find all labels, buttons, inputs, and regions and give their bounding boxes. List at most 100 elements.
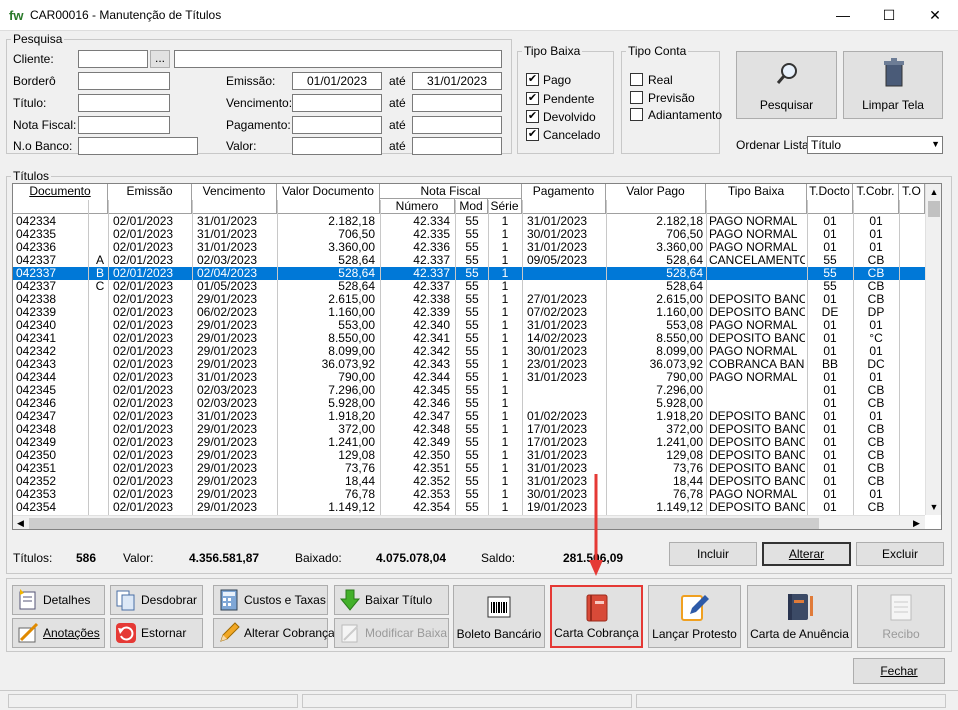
table-cell: 01 <box>823 410 837 423</box>
table-row[interactable]: 042350 02/01/2023 29/01/2023 129,08 42.350 55… <box>13 449 925 462</box>
boleto-bancario-button[interactable]: Boleto Bancário <box>453 585 545 648</box>
nobanco-input[interactable] <box>78 137 198 155</box>
pesquisar-label: Pesquisar <box>759 98 814 112</box>
detalhes-button[interactable]: Detalhes <box>12 585 105 615</box>
pagamento-to-input[interactable] <box>412 116 502 134</box>
vencimento-from-input[interactable] <box>292 94 382 112</box>
cliente-name-input[interactable] <box>174 50 502 68</box>
vencimento-to-input[interactable] <box>412 94 502 112</box>
cliente-code-input[interactable] <box>78 50 148 68</box>
horizontal-scrollbar[interactable]: ◀ ▶ <box>13 515 925 529</box>
col-t-o[interactable]: T.O <box>899 184 925 214</box>
nota-fiscal-input[interactable] <box>78 116 170 134</box>
table-row[interactable]: 042353 02/01/2023 29/01/2023 76,78 42.353 55 1… <box>13 488 925 501</box>
lancar-protesto-button[interactable]: Lançar Protesto <box>648 585 741 648</box>
table-row[interactable]: 042335 02/01/2023 31/01/2023 706,50 42.335 55… <box>13 228 925 241</box>
minimize-button[interactable]: — <box>820 0 866 31</box>
col-documento[interactable]: Documento <box>13 184 108 214</box>
col-t-cobr[interactable]: T.Cobr. <box>853 184 899 214</box>
col-t-docto[interactable]: T.Docto <box>807 184 853 214</box>
table-row[interactable]: 042337 B 02/01/2023 02/04/2023 528,64 42.337 5… <box>13 267 925 280</box>
pendente-checkbox[interactable]: ✔ <box>526 92 539 105</box>
col-numero[interactable]: Número <box>380 199 455 214</box>
alterar-cobranca-button[interactable]: Alterar Cobrança <box>213 618 335 648</box>
scroll-up-icon[interactable]: ▲ <box>926 184 941 200</box>
emissao-from-input[interactable]: 01/01/2023 <box>292 72 382 90</box>
cliente-lookup-button[interactable]: ... <box>150 50 170 68</box>
table-row[interactable]: 042347 02/01/2023 31/01/2023 1.918,20 42.347… <box>13 410 925 423</box>
desdobrar-button[interactable]: Desdobrar <box>110 585 203 615</box>
ordenar-select[interactable]: Título ▼ <box>807 136 943 154</box>
pesquisar-button[interactable]: Pesquisar <box>736 51 837 119</box>
table-row[interactable]: 042336 02/01/2023 31/01/2023 3.360,00 42.336… <box>13 241 925 254</box>
col-valor-documento[interactable]: Valor Documento <box>277 184 380 214</box>
scroll-down-icon[interactable]: ▼ <box>926 499 941 515</box>
col-vencimento[interactable]: Vencimento <box>192 184 277 214</box>
table-row[interactable]: 042345 02/01/2023 02/03/2023 7.296,00 42.345… <box>13 384 925 397</box>
col-mod[interactable]: Mod <box>455 199 488 214</box>
limpar-tela-button[interactable]: Limpar Tela <box>843 51 943 119</box>
table-row[interactable]: 042344 02/01/2023 31/01/2023 790,00 42.344 55… <box>13 371 925 384</box>
emissao-to-input[interactable]: 31/01/2023 <box>412 72 502 90</box>
titulo-input[interactable] <box>78 94 170 112</box>
alterar-button[interactable]: Alterar <box>762 542 851 566</box>
col-valor-pago[interactable]: Valor Pago <box>606 184 706 214</box>
cancelado-checkbox[interactable]: ✔ <box>526 128 539 141</box>
col-serie[interactable]: Série <box>488 199 522 214</box>
pagamento-from-input[interactable] <box>292 116 382 134</box>
real-checkbox[interactable] <box>630 73 643 86</box>
table-row[interactable]: 042349 02/01/2023 29/01/2023 1.241,00 42.349… <box>13 436 925 449</box>
custos-taxas-button[interactable]: Custos e Taxas <box>213 585 328 615</box>
table-row[interactable]: 042348 02/01/2023 29/01/2023 372,00 42.348 55… <box>13 423 925 436</box>
carta-anuencia-label: Carta de Anuência <box>750 627 849 641</box>
table-row[interactable]: 042334 02/01/2023 31/01/2023 2.182,18 42.334… <box>13 215 925 228</box>
table-row[interactable]: 042354 02/01/2023 29/01/2023 1.149,12 42.354… <box>13 501 925 514</box>
previsao-checkbox[interactable] <box>630 91 643 104</box>
close-button[interactable]: ✕ <box>912 0 958 31</box>
chevron-down-icon[interactable]: ▼ <box>931 137 940 151</box>
detalhes-label: Detalhes <box>43 593 91 607</box>
table-cell: 01 <box>869 345 883 358</box>
table-row[interactable]: 042343 02/01/2023 29/01/2023 36.073,92 42.34… <box>13 358 925 371</box>
col-tipo-baixa[interactable]: Tipo Baixa <box>706 184 807 214</box>
table-row[interactable]: 042351 02/01/2023 29/01/2023 73,76 42.351 55 1… <box>13 462 925 475</box>
modificar-baixa-button[interactable]: Modificar Baixa <box>334 618 449 648</box>
recibo-button[interactable]: Recibo <box>857 585 945 648</box>
baixar-titulo-button[interactable]: Baixar Título <box>334 585 449 615</box>
incluir-button[interactable]: Incluir <box>669 542 757 566</box>
table-cell: 31/01/2023 <box>527 371 588 384</box>
excluir-button[interactable]: Excluir <box>856 542 944 566</box>
col-pagamento[interactable]: Pagamento <box>522 184 606 214</box>
devolvido-checkbox[interactable]: ✔ <box>526 110 539 123</box>
vertical-scrollbar[interactable]: ▲ ▼ <box>925 184 941 515</box>
col-nota-fiscal[interactable]: Nota Fiscal <box>380 184 522 199</box>
scroll-right-icon[interactable]: ▶ <box>909 516 924 529</box>
pago-checkbox[interactable]: ✔ <box>526 73 539 86</box>
fechar-button[interactable]: Fechar <box>853 658 945 684</box>
notebook-icon <box>787 594 813 620</box>
carta-cobranca-button[interactable]: Carta Cobrança <box>550 585 643 648</box>
table-row[interactable]: 042346 02/01/2023 02/03/2023 5.928,00 42.346… <box>13 397 925 410</box>
table-row[interactable]: 042352 02/01/2023 29/01/2023 18,44 42.352 55 1… <box>13 475 925 488</box>
table-row[interactable]: 042339 02/01/2023 06/02/2023 1.160,00 42.339… <box>13 306 925 319</box>
bordero-input[interactable] <box>78 72 170 90</box>
valor-from-input[interactable] <box>292 137 382 155</box>
table-cell: DEPOSITO BANCA <box>709 306 805 319</box>
table-row[interactable]: 042338 02/01/2023 29/01/2023 2.615,00 42.338… <box>13 293 925 306</box>
table-row[interactable]: 042340 02/01/2023 29/01/2023 553,00 42.340 55… <box>13 319 925 332</box>
table-row[interactable]: 042341 02/01/2023 29/01/2023 8.550,00 42.341… <box>13 332 925 345</box>
table-row[interactable]: 042342 02/01/2023 29/01/2023 8.099,00 42.342… <box>13 345 925 358</box>
titles-grid[interactable]: Documento Emissão Vencimento Valor Docum… <box>12 183 942 530</box>
adiantamento-checkbox[interactable] <box>630 108 643 121</box>
table-row[interactable]: 042337 C 02/01/2023 01/05/2023 528,64 42.337 5… <box>13 280 925 293</box>
scroll-thumb[interactable] <box>928 201 940 217</box>
valor-to-input[interactable] <box>412 137 502 155</box>
maximize-button[interactable]: ☐ <box>866 0 912 31</box>
col-emissao[interactable]: Emissão <box>108 184 192 214</box>
scroll-left-icon[interactable]: ◀ <box>13 516 28 529</box>
carta-anuencia-button[interactable]: Carta de Anuência <box>747 585 852 648</box>
estornar-button[interactable]: Estornar <box>110 618 203 648</box>
anotacoes-button[interactable]: Anotações <box>12 618 105 648</box>
table-row[interactable]: 042337 A 02/01/2023 02/03/2023 528,64 42.337 5… <box>13 254 925 267</box>
h-scroll-thumb[interactable] <box>29 518 819 529</box>
